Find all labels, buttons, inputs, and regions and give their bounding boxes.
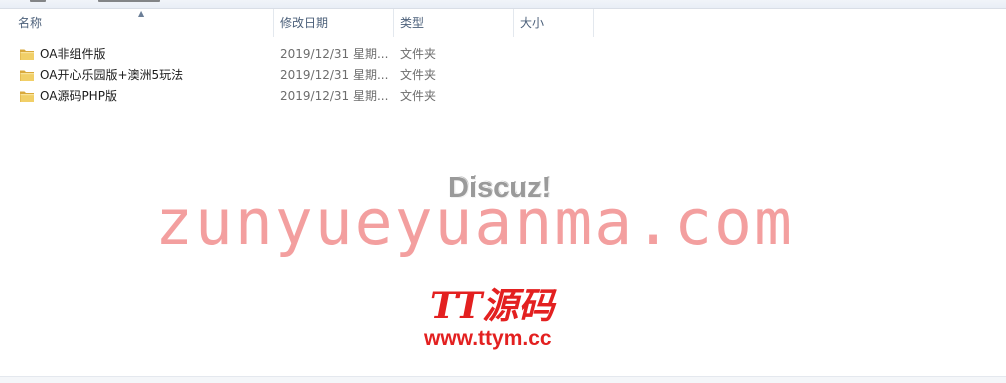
watermark-tt-logo: TT源码	[430, 285, 555, 327]
file-row[interactable]: OA源码PHP版 2019/12/31 星期... 文件夹	[0, 86, 620, 107]
file-name: OA开心乐园版+澳洲5玩法	[40, 68, 184, 82]
file-type: 文件夹	[400, 89, 437, 103]
folder-icon	[20, 91, 34, 102]
file-date-modified: 2019/12/31 星期...	[280, 68, 389, 82]
folder-icon	[20, 49, 34, 60]
file-list: OA非组件版 2019/12/31 星期... 文件夹 OA开心乐园版+澳洲5玩…	[0, 44, 620, 107]
column-header-type-label: 类型	[400, 16, 425, 30]
toolbar-strip	[0, 0, 1006, 9]
folder-icon	[20, 70, 34, 81]
column-header-name-label: 名称	[18, 16, 43, 30]
file-row[interactable]: OA开心乐园版+澳洲5玩法 2019/12/31 星期... 文件夹	[0, 65, 620, 86]
column-header-date-label: 修改日期	[280, 16, 329, 30]
file-type: 文件夹	[400, 68, 437, 82]
column-header-type[interactable]: 类型	[394, 9, 514, 37]
watermark-discuz: Discuz!	[448, 172, 552, 204]
column-header-date-modified[interactable]: 修改日期	[274, 9, 394, 37]
file-date-modified: 2019/12/31 星期...	[280, 89, 389, 103]
column-header-size-label: 大小	[520, 16, 545, 30]
column-header-bar: 名称 ▲ 修改日期 类型 大小	[0, 9, 1006, 37]
file-name: OA非组件版	[40, 47, 106, 61]
watermark-tt-url: www.ttym.cc	[424, 327, 552, 350]
sort-ascending-icon: ▲	[138, 9, 145, 18]
file-type: 文件夹	[400, 47, 437, 61]
column-header-name[interactable]: 名称 ▲	[0, 9, 274, 37]
file-name: OA源码PHP版	[40, 89, 117, 103]
file-row[interactable]: OA非组件版 2019/12/31 星期... 文件夹	[0, 44, 620, 65]
file-date-modified: 2019/12/31 星期...	[280, 47, 389, 61]
column-header-size[interactable]: 大小	[514, 9, 594, 37]
